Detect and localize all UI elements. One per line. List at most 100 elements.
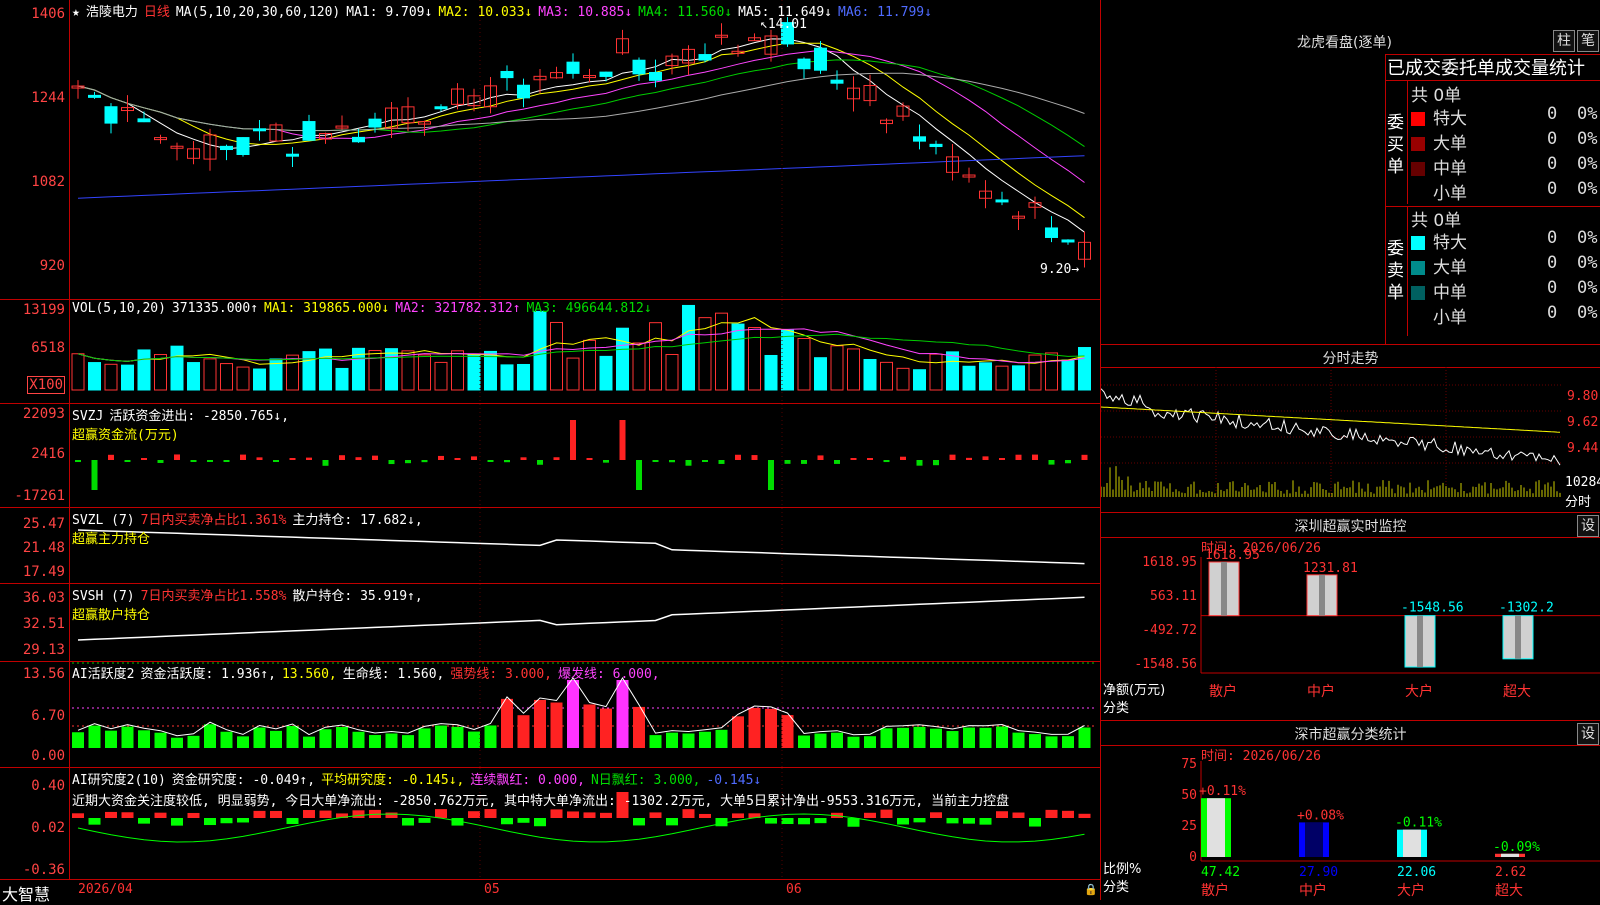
svsh-panel[interactable]: 36.03 32.51 29.13 SVSH (7) 7日内买卖净占比1.558%… bbox=[0, 584, 1100, 662]
research-bar bbox=[220, 818, 233, 824]
column-view-button[interactable]: 柱 bbox=[1553, 30, 1575, 52]
candle-body bbox=[352, 136, 365, 143]
activity-bar bbox=[930, 728, 942, 748]
order-pct: 0% bbox=[1577, 253, 1598, 273]
activity-bar bbox=[715, 729, 728, 748]
volume-bar bbox=[137, 349, 151, 391]
research-bar bbox=[814, 818, 827, 824]
research-bar bbox=[1045, 809, 1058, 818]
svzj-panel[interactable]: 22093 2416 -17261 SVZJ 活跃资金进出: -2850.765↓… bbox=[0, 404, 1100, 508]
candle-body bbox=[698, 54, 712, 61]
activity-bar bbox=[1078, 727, 1091, 748]
tick-view-button[interactable]: 笔 bbox=[1577, 30, 1599, 52]
flow-bar bbox=[702, 460, 708, 462]
activity-bar bbox=[814, 733, 827, 748]
activity-bar bbox=[567, 680, 579, 748]
flow-bar bbox=[372, 455, 378, 460]
volume-bar bbox=[599, 355, 613, 391]
svzl-panel[interactable]: 25.47 21.48 17.49 SVZL (7) 7日内买卖净占比1.361%… bbox=[0, 508, 1100, 584]
ma1-value: MA1: 9.709↓ bbox=[346, 5, 433, 20]
flow-bar bbox=[141, 458, 147, 460]
szc-ylabel: 比例% bbox=[1103, 862, 1142, 877]
activity-bar bbox=[501, 698, 513, 748]
activity-bar bbox=[600, 708, 612, 748]
activity-bar bbox=[435, 725, 447, 748]
flow-bar bbox=[471, 456, 477, 460]
activity-bar bbox=[237, 736, 249, 748]
class-bar-change: +0.08% bbox=[1297, 808, 1344, 823]
activity-bar bbox=[1062, 736, 1074, 748]
activity-bar bbox=[781, 715, 794, 748]
volume-bar bbox=[253, 368, 266, 391]
volume-bar bbox=[385, 348, 398, 391]
flow-bar bbox=[190, 460, 197, 462]
volume-bar bbox=[187, 362, 200, 391]
volume-bar bbox=[682, 304, 695, 391]
research-bar bbox=[567, 811, 579, 818]
sz-monitor-chart: 1618.95 散户 1231.81 中户 -1548.56 大户 -1302.2 超大 bbox=[1200, 548, 1600, 700]
svsh-ratio: 7日内买卖净占比1.558% bbox=[140, 589, 287, 604]
stock-name: 浩陵电力 bbox=[85, 5, 138, 20]
activity-bar bbox=[798, 735, 810, 748]
intraday-panel[interactable]: 分时走势 9.80 9.62 9.44 10284 分时 bbox=[1100, 345, 1600, 513]
kline-chart[interactable] bbox=[0, 0, 1100, 300]
class-bar-change: -0.09% bbox=[1493, 840, 1540, 855]
candle-body bbox=[830, 79, 844, 84]
monitor-bar-label: -1302.2 bbox=[1499, 601, 1554, 616]
volume-bar bbox=[236, 366, 250, 391]
activity-bar bbox=[534, 699, 546, 748]
activity-bar bbox=[699, 731, 711, 748]
ai2-v3: 连续飘红: 0.000, bbox=[470, 773, 585, 788]
class-bar-value: 27.90 bbox=[1299, 865, 1338, 880]
svzl-ratio: 7日内买卖净占比1.361% bbox=[140, 513, 287, 528]
class-category: 中户 bbox=[1299, 882, 1327, 899]
ai-activity-panel[interactable]: 13.56 6.70 0.00 AI活跃度2 资金活跃度: 1.936↑, 13.5… bbox=[0, 662, 1100, 768]
class-category: 大户 bbox=[1397, 882, 1425, 899]
volume-bar bbox=[946, 351, 959, 391]
research-bar bbox=[946, 818, 959, 824]
ai2-v5: -0.145↓ bbox=[706, 773, 762, 788]
activity-bar bbox=[963, 727, 975, 748]
activity-bar bbox=[204, 724, 216, 748]
order-pct: 0% bbox=[1577, 179, 1598, 199]
research-bar bbox=[253, 810, 266, 818]
flow-bar bbox=[1015, 454, 1022, 460]
svsh-subtitle: 超赢散户持仓 bbox=[72, 608, 151, 623]
candle-body bbox=[137, 118, 151, 123]
color-swatch bbox=[1411, 187, 1425, 201]
volume-bar bbox=[121, 364, 134, 391]
class-bar-change: -0.11% bbox=[1395, 816, 1442, 831]
flow-bar bbox=[174, 454, 180, 460]
candle-body bbox=[500, 70, 514, 79]
low-annotation: 9.20→ bbox=[1040, 262, 1080, 277]
candle-body bbox=[253, 128, 266, 132]
research-bar bbox=[666, 818, 678, 826]
intraday-vol-unit: 分时 bbox=[1565, 495, 1592, 510]
monitor-bar-label: 1231.81 bbox=[1303, 561, 1358, 576]
volume-panel[interactable]: 13199 6518 X100 VOL(5,10,20) 371335.000↑ M… bbox=[0, 300, 1100, 404]
star-icon[interactable]: ★ bbox=[72, 5, 80, 20]
order-type: 大单 bbox=[1433, 134, 1467, 154]
order-type: 小单 bbox=[1433, 184, 1467, 204]
period-label[interactable]: 日线 bbox=[144, 5, 170, 20]
order-type: 小单 bbox=[1433, 308, 1467, 328]
flow-bar bbox=[504, 460, 510, 463]
lock-icon[interactable]: 🔒 bbox=[1084, 883, 1098, 896]
activity-bar bbox=[550, 702, 563, 748]
activity-bar bbox=[88, 725, 101, 748]
flow-bar bbox=[916, 460, 923, 466]
flow-bar bbox=[322, 460, 329, 466]
candle-body bbox=[814, 47, 827, 71]
flow-bar bbox=[999, 458, 1005, 460]
volume-bar bbox=[566, 357, 580, 391]
volume-bar bbox=[1078, 347, 1091, 391]
order-type: 大单 bbox=[1433, 258, 1467, 278]
research-bar bbox=[550, 809, 563, 818]
flow-bar bbox=[586, 458, 593, 460]
ai-research-panel[interactable]: 0.40 0.02 -0.36 AI研究度2(10) 资金研究度: -0.049↑… bbox=[0, 768, 1100, 880]
kline-panel[interactable]: 1406 1244 1082 920 ★ 浩陵电力 日线 MA(5,10,20,30,… bbox=[0, 0, 1100, 300]
ai2-label: AI研究度2(10) bbox=[72, 773, 166, 788]
order-type: 中单 bbox=[1433, 159, 1467, 179]
flow-bar bbox=[966, 457, 972, 460]
activity-bar bbox=[220, 731, 233, 748]
